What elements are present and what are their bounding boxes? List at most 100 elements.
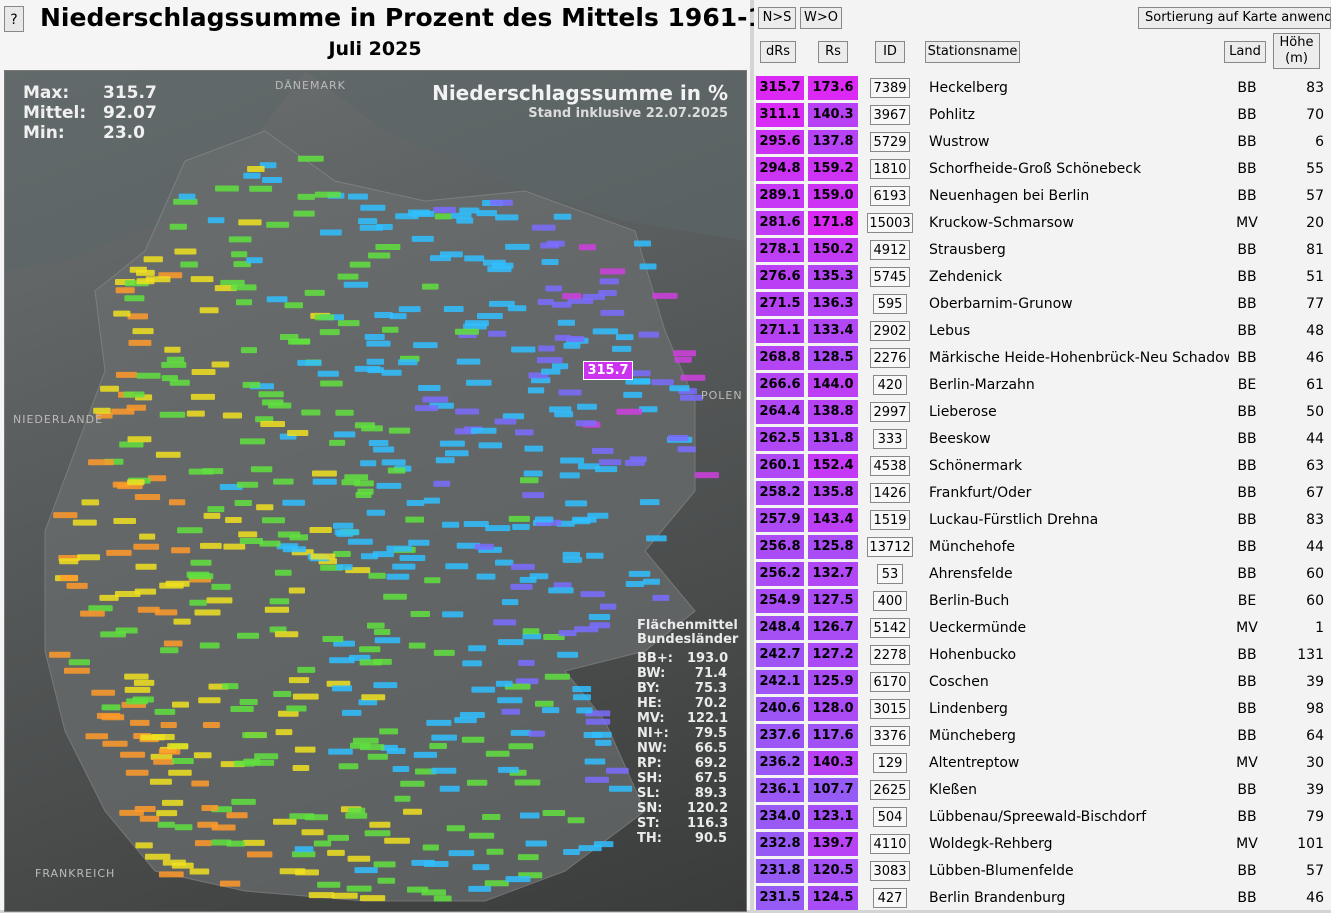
station-label-mark[interactable] xyxy=(173,618,191,625)
station-label-mark[interactable] xyxy=(160,647,179,654)
station-label-mark[interactable] xyxy=(320,229,342,236)
station-label-mark[interactable] xyxy=(643,578,660,585)
station-label-mark[interactable] xyxy=(246,257,263,264)
station-id-button[interactable]: 4912 xyxy=(870,240,910,260)
station-label-mark[interactable] xyxy=(101,714,125,721)
station-label-mark[interactable] xyxy=(60,574,78,581)
station-label-mark[interactable] xyxy=(443,306,464,312)
station-label-mark[interactable] xyxy=(246,851,273,858)
station-label-mark[interactable] xyxy=(585,776,609,783)
station-label-mark[interactable] xyxy=(609,785,633,792)
station-label-mark[interactable] xyxy=(133,543,160,550)
station-label-mark[interactable] xyxy=(347,855,371,862)
table-row[interactable]: 242.1 125.9 6170 Coschen BB 39 xyxy=(754,670,1331,697)
table-row[interactable]: 268.8 128.5 2276 Märkische Heide-Hohenbrück… xyxy=(754,346,1331,373)
station-label-mark[interactable] xyxy=(262,517,285,524)
station-label-mark[interactable] xyxy=(288,677,310,684)
station-label-mark[interactable] xyxy=(628,570,651,577)
station-label-mark[interactable] xyxy=(367,367,384,374)
station-label-mark[interactable] xyxy=(529,573,549,580)
station-label-mark[interactable] xyxy=(154,609,178,616)
table-row[interactable]: 231.8 120.5 3083 Lübben-Blumenfelde BB 57 xyxy=(754,859,1331,886)
station-label-mark[interactable] xyxy=(343,281,369,288)
station-label-mark[interactable] xyxy=(297,193,315,200)
station-label-mark[interactable] xyxy=(431,767,457,774)
table-row[interactable]: 281.6 171.8 15003 Kruckow-Schmarsow MV 20 xyxy=(754,211,1331,238)
station-label-mark[interactable] xyxy=(553,582,572,589)
station-label-mark[interactable] xyxy=(301,829,324,836)
station-label-mark[interactable] xyxy=(256,504,274,511)
station-label-mark[interactable] xyxy=(194,609,221,616)
station-label-mark[interactable] xyxy=(101,704,121,711)
station-label-mark[interactable] xyxy=(456,358,481,365)
station-label-mark[interactable] xyxy=(162,859,186,866)
station-label-mark[interactable] xyxy=(166,356,185,363)
station-label-mark[interactable] xyxy=(190,276,214,283)
station-label-mark[interactable] xyxy=(354,867,378,874)
station-label-mark[interactable] xyxy=(411,859,435,866)
station-label-mark[interactable] xyxy=(127,479,145,486)
station-label-mark[interactable] xyxy=(126,404,147,411)
station-label-mark[interactable] xyxy=(377,877,396,884)
station-id-button[interactable]: 5729 xyxy=(870,132,910,152)
station-label-mark[interactable] xyxy=(576,707,593,714)
station-label-mark[interactable] xyxy=(211,824,236,831)
station-label-mark[interactable] xyxy=(264,606,290,613)
station-label-mark[interactable] xyxy=(433,480,451,487)
station-label-mark[interactable] xyxy=(398,359,418,366)
station-label-mark[interactable] xyxy=(354,480,374,487)
station-label-mark[interactable] xyxy=(100,385,119,392)
station-label-mark[interactable] xyxy=(172,701,189,708)
help-button[interactable]: ? xyxy=(4,6,24,32)
station-label-mark[interactable] xyxy=(347,538,373,545)
station-label-mark[interactable] xyxy=(132,328,154,335)
station-label-mark[interactable] xyxy=(293,210,315,217)
station-label-mark[interactable] xyxy=(646,535,667,542)
station-label-mark[interactable] xyxy=(386,545,412,552)
table-row[interactable]: 256.2 132.7 53 Ahrensfelde BB 60 xyxy=(754,562,1331,589)
station-label-mark[interactable] xyxy=(200,542,222,549)
table-row[interactable]: 240.6 128.0 3015 Lindenberg BB 98 xyxy=(754,697,1331,724)
station-label-mark[interactable] xyxy=(132,696,154,703)
station-label-mark[interactable] xyxy=(91,689,115,696)
station-label-mark[interactable] xyxy=(563,342,581,349)
station-label-mark[interactable] xyxy=(600,603,617,610)
station-label-mark[interactable] xyxy=(388,427,411,434)
station-label-mark[interactable] xyxy=(435,457,455,464)
station-label-mark[interactable] xyxy=(88,605,113,612)
station-label-mark[interactable] xyxy=(673,350,696,357)
station-label-mark[interactable] xyxy=(522,492,545,499)
station-id-button[interactable]: 3015 xyxy=(870,699,910,719)
station-label-mark[interactable] xyxy=(240,347,257,354)
station-label-mark[interactable] xyxy=(148,475,167,482)
station-label-mark[interactable] xyxy=(319,329,340,336)
station-label-mark[interactable] xyxy=(329,439,346,446)
station-label-mark[interactable] xyxy=(625,581,645,587)
station-label-mark[interactable] xyxy=(225,517,242,523)
station-label-mark[interactable] xyxy=(639,263,657,270)
station-label-mark[interactable] xyxy=(222,683,239,690)
station-label-mark[interactable] xyxy=(423,497,440,504)
highlighted-station[interactable]: 315.7 xyxy=(583,361,633,380)
station-label-mark[interactable] xyxy=(606,767,629,774)
station-label-mark[interactable] xyxy=(247,166,265,172)
station-label-mark[interactable] xyxy=(541,259,559,265)
table-row[interactable]: 248.4 126.7 5142 Ueckermünde MV 1 xyxy=(754,616,1331,643)
station-label-mark[interactable] xyxy=(337,273,359,280)
station-id-button[interactable]: 2997 xyxy=(870,402,910,422)
station-label-mark[interactable] xyxy=(128,339,152,346)
station-label-mark[interactable] xyxy=(464,255,485,262)
station-label-mark[interactable] xyxy=(177,527,203,534)
station-label-mark[interactable] xyxy=(174,824,193,831)
station-label-mark[interactable] xyxy=(284,302,304,309)
table-row[interactable]: 237.6 117.6 3376 Müncheberg BB 64 xyxy=(754,724,1331,751)
station-label-mark[interactable] xyxy=(575,420,597,427)
station-label-mark[interactable] xyxy=(190,393,215,400)
col-header-land[interactable]: Land xyxy=(1224,41,1266,63)
station-id-button[interactable]: 6193 xyxy=(870,186,910,206)
station-label-mark[interactable] xyxy=(674,356,692,363)
station-label-mark[interactable] xyxy=(338,763,359,770)
station-label-mark[interactable] xyxy=(198,697,221,704)
station-label-mark[interactable] xyxy=(679,394,703,401)
station-label-mark[interactable] xyxy=(495,214,519,221)
